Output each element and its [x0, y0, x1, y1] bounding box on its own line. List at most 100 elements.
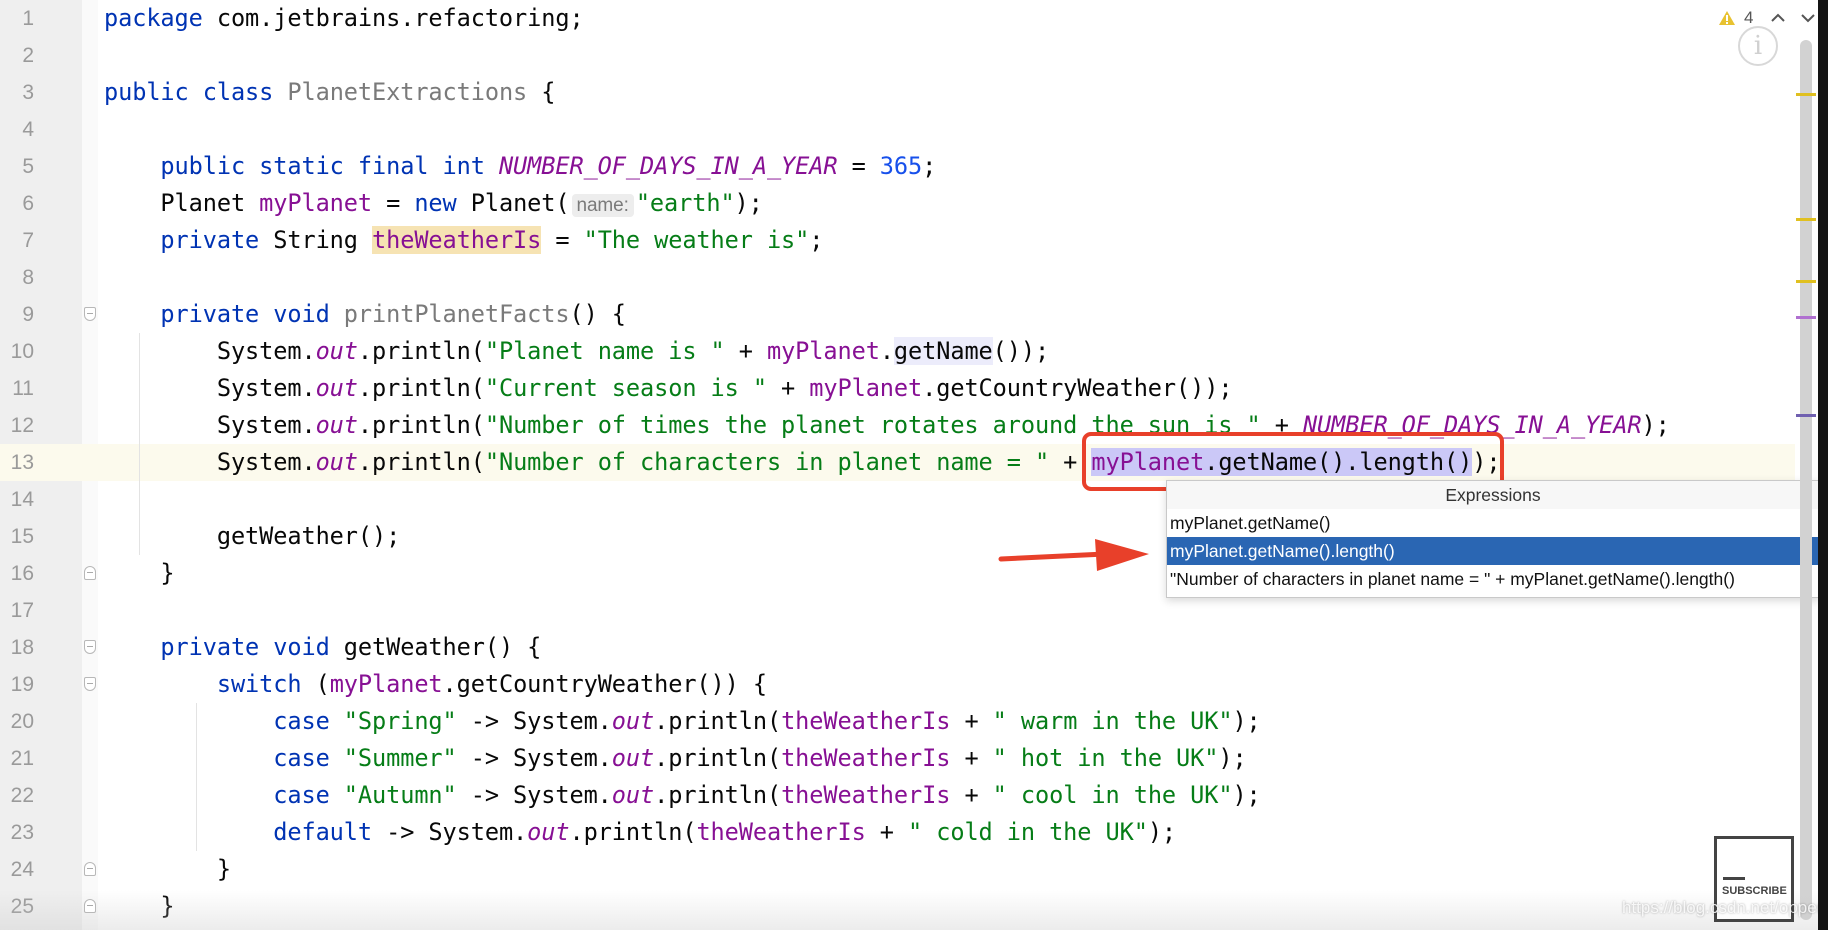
- code-token: getWeather();: [104, 522, 401, 550]
- code-line[interactable]: 7 private String theWeatherIs = "The wea…: [0, 222, 1795, 259]
- code-line[interactable]: 1 package com.jetbrains.refactoring;: [0, 0, 1795, 37]
- scrollbar-thumb[interactable]: [1800, 40, 1812, 920]
- code-line[interactable]: 13 System.out.println("Number of charact…: [0, 444, 1795, 481]
- indent-guide: [196, 703, 197, 851]
- vertical-scrollbar[interactable]: [1796, 40, 1816, 930]
- warning-triangle-icon[interactable]: [1718, 10, 1736, 26]
- code-line[interactable]: 10 System.out.println("Planet name is " …: [0, 333, 1795, 370]
- code-token: "earth": [635, 189, 735, 217]
- code-token: );: [1641, 411, 1670, 439]
- scrollbar-marker[interactable]: [1796, 93, 1816, 97]
- code-text[interactable]: switch (myPlanet.getCountryWeather()) {: [104, 666, 767, 703]
- code-line[interactable]: 4: [0, 111, 1795, 148]
- code-line[interactable]: 11 System.out.println("Current season is…: [0, 370, 1795, 407]
- code-token: public class: [104, 78, 274, 106]
- line-number: 8: [22, 266, 34, 289]
- code-line[interactable]: 22 case "Autumn" -> System.out.println(t…: [0, 777, 1795, 814]
- line-number: 5: [22, 155, 34, 178]
- code-text[interactable]: public class PlanetExtractions {: [104, 74, 555, 111]
- code-text[interactable]: System.out.println("Planet name is " + m…: [104, 333, 1049, 370]
- code-token: +: [950, 707, 993, 735]
- code-token: -> System.: [456, 744, 612, 772]
- expression-option[interactable]: myPlanet.getName(): [1167, 509, 1819, 537]
- expression-option[interactable]: "Number of characters in planet name = "…: [1167, 565, 1819, 593]
- scrollbar-marker[interactable]: [1796, 218, 1816, 221]
- code-token: +: [724, 337, 767, 365]
- fold-collapse-icon[interactable]: [84, 307, 96, 321]
- chevron-down-icon[interactable]: [1799, 11, 1817, 25]
- fold-end-icon[interactable]: [84, 566, 96, 580]
- code-token: printPlanetFacts: [343, 300, 570, 328]
- code-token: =: [837, 152, 880, 180]
- line-number: 10: [10, 340, 34, 363]
- fold-end-icon[interactable]: [84, 899, 96, 913]
- line-number: 9: [22, 303, 34, 326]
- code-token: package: [104, 4, 203, 32]
- url-watermark: https://blog.csdn.net/opperlili: [1622, 898, 1828, 917]
- code-line[interactable]: 2: [0, 37, 1795, 74]
- code-token: out: [315, 374, 358, 402]
- inspection-widget[interactable]: 4: [1718, 6, 1817, 30]
- code-text[interactable]: default -> System.out.println(theWeather…: [104, 814, 1176, 851]
- code-text[interactable]: public static final int NUMBER_OF_DAYS_I…: [104, 148, 936, 185]
- code-text[interactable]: Planet myPlanet = new Planet(name: "earth…: [104, 185, 763, 224]
- code-line[interactable]: 6 Planet myPlanet = new Planet(name: "ear…: [0, 185, 1795, 222]
- code-line[interactable]: 5 public static final int NUMBER_OF_DAYS…: [0, 148, 1795, 185]
- code-line[interactable]: 3 public class PlanetExtractions {: [0, 74, 1795, 111]
- code-text[interactable]: private void printPlanetFacts() {: [104, 296, 626, 333]
- fold-end-icon[interactable]: [84, 862, 96, 876]
- code-line[interactable]: 24 }: [0, 851, 1795, 888]
- fold-collapse-icon[interactable]: [84, 640, 96, 654]
- code-token: myPlanet: [809, 374, 923, 402]
- expression-option-selected[interactable]: myPlanet.getName().length(): [1167, 537, 1819, 565]
- line-number: 14: [10, 488, 34, 511]
- code-token: );: [1232, 781, 1261, 809]
- code-line[interactable]: 23 default -> System.out.println(theWeat…: [0, 814, 1795, 851]
- code-token: .getCountryWeather());: [922, 374, 1233, 402]
- scrollbar-marker[interactable]: [1796, 280, 1816, 284]
- chevron-up-icon[interactable]: [1769, 11, 1787, 25]
- code-line[interactable]: 12 System.out.println("Number of times t…: [0, 407, 1795, 444]
- line-number: 13: [10, 451, 34, 474]
- popup-title: Expressions: [1167, 481, 1819, 509]
- code-token: " warm in the UK": [992, 707, 1233, 735]
- code-text[interactable]: }: [104, 851, 231, 888]
- line-number: 17: [10, 599, 34, 622]
- line-number: 12: [10, 414, 34, 437]
- warning-count: 4: [1744, 8, 1754, 27]
- code-text[interactable]: }: [104, 555, 174, 592]
- scrollbar-marker[interactable]: [1796, 413, 1816, 417]
- scrollbar-marker[interactable]: [1796, 315, 1816, 319]
- code-line[interactable]: 8: [0, 259, 1795, 296]
- code-text[interactable]: getWeather();: [104, 518, 400, 555]
- code-line[interactable]: 18 private void getWeather() {: [0, 629, 1795, 666]
- code-text[interactable]: private void getWeather() {: [104, 629, 541, 666]
- code-text[interactable]: case "Summer" -> System.out.println(theW…: [104, 740, 1246, 777]
- code-line[interactable]: 20 case "Spring" -> System.out.println(t…: [0, 703, 1795, 740]
- code-text[interactable]: package com.jetbrains.refactoring;: [104, 0, 584, 37]
- code-line[interactable]: 21 case "Summer" -> System.out.println(t…: [0, 740, 1795, 777]
- code-token: theWeatherIs: [781, 781, 951, 809]
- code-token: +: [865, 818, 909, 846]
- fold-collapse-icon[interactable]: [84, 677, 96, 691]
- info-circle-icon[interactable]: i: [1738, 26, 1778, 66]
- code-token: new: [414, 189, 457, 217]
- code-text[interactable]: private String theWeatherIs = "The weath…: [104, 222, 823, 259]
- code-text[interactable]: System.out.println("Current season is " …: [104, 370, 1233, 407]
- code-text[interactable]: case "Spring" -> System.out.println(theW…: [104, 703, 1261, 740]
- code-token: case: [273, 707, 330, 735]
- code-token: NUMBER_OF_DAYS_IN_A_YEAR: [498, 152, 838, 180]
- code-token: .println(: [357, 374, 485, 402]
- parameter-hint: name:: [571, 194, 634, 217]
- code-token: out: [315, 411, 358, 439]
- code-token: System.: [104, 337, 316, 365]
- code-token: () {: [569, 300, 626, 328]
- line-number: 23: [10, 821, 34, 844]
- code-line[interactable]: 9 private void printPlanetFacts() {: [0, 296, 1795, 333]
- code-text[interactable]: case "Autumn" -> System.out.println(theW…: [104, 777, 1261, 814]
- code-line[interactable]: 19 switch (myPlanet.getCountryWeather())…: [0, 666, 1795, 703]
